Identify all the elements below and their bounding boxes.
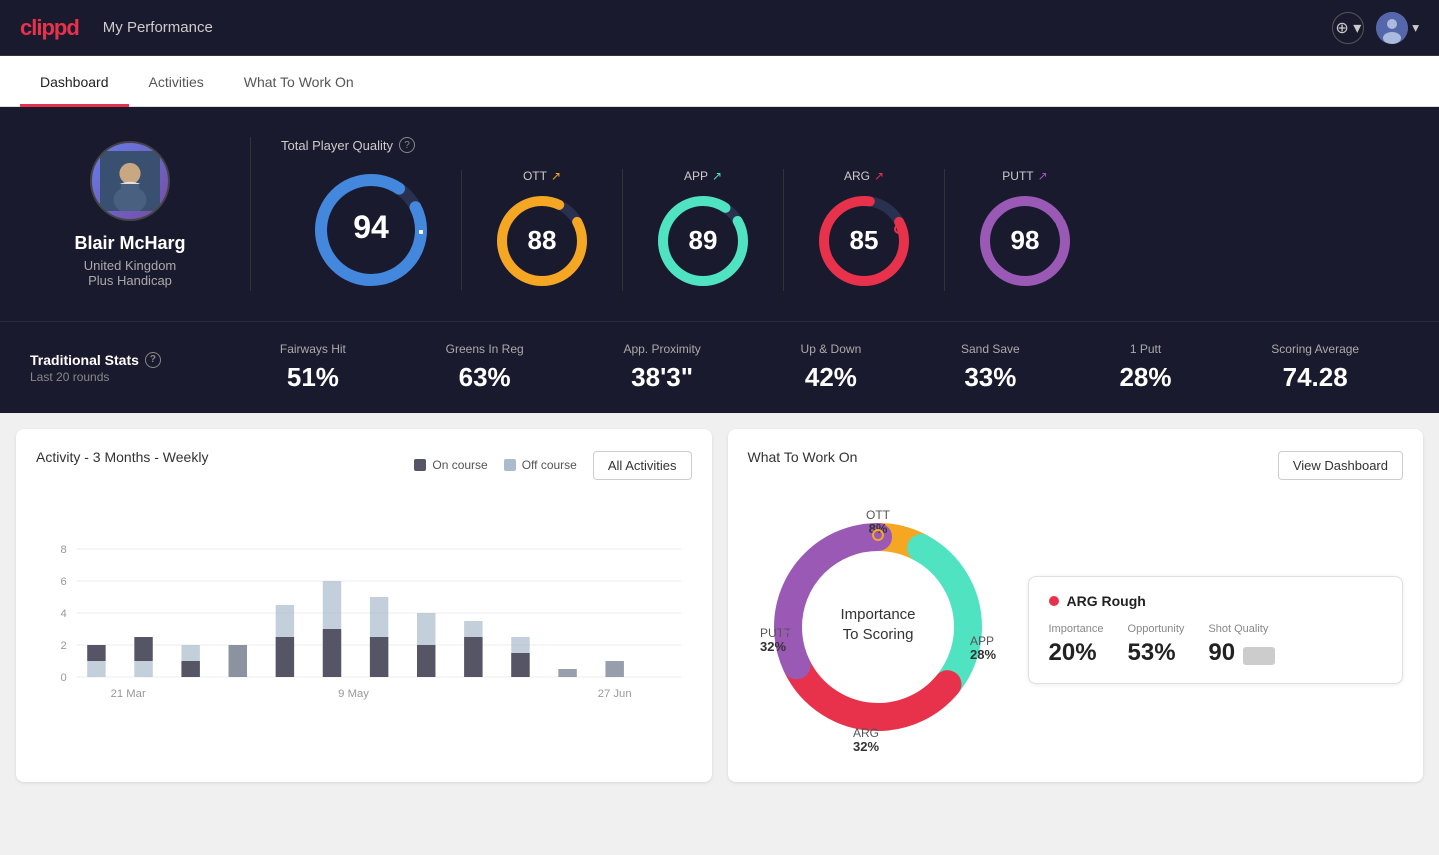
trad-stat-greens: Greens In Reg 63% [446,342,524,393]
svg-text:OTT: OTT [866,508,891,522]
svg-text:8%: 8% [868,521,887,536]
trad-stat-updown: Up & Down 42% [801,342,862,393]
header-actions: ⊕ ▾ ▾ [1332,12,1419,44]
metric-shot-quality: Shot Quality 90 [1208,623,1275,667]
svg-text:89: 89 [689,225,718,255]
gauge-app: APP ↗ 89 [623,169,784,291]
svg-text:9 May: 9 May [338,688,369,700]
svg-text:98: 98 [1011,225,1040,255]
svg-text:32%: 32% [852,739,878,754]
svg-text:27 Jun: 27 Jun [598,688,632,700]
svg-text:To Scoring: To Scoring [842,626,913,643]
svg-text:88: 88 [528,225,557,255]
trad-stat-sandsave: Sand Save 33% [961,342,1020,393]
all-activities-button[interactable]: All Activities [593,451,692,480]
metric-opportunity: Opportunity 53% [1128,623,1185,667]
tab-activities[interactable]: Activities [129,56,224,107]
hero-section: Blair McHarg United Kingdom Plus Handica… [0,107,1439,321]
trad-stats-grid: Fairways Hit 51% Greens In Reg 63% App. … [230,342,1409,393]
legend-dot-oncourse [414,459,426,471]
svg-text:4: 4 [60,608,66,620]
wtw-info-card: ARG Rough Importance 20% Opportunity 53%… [1028,576,1404,684]
chart-svg: 0 2 4 6 8 [36,497,692,717]
legend-offcourse: Off course [504,458,577,472]
gauge-main: 94 [281,170,462,290]
avatar [1376,12,1408,44]
quality-label: Total Player Quality ? [281,137,1409,153]
chart-legend: On course Off course [414,458,577,472]
svg-text:0: 0 [60,672,66,684]
add-button[interactable]: ⊕ ▾ [1332,12,1364,44]
legend-dot-offcourse [504,459,516,471]
svg-text:28%: 28% [970,647,996,662]
trad-sublabel: Last 20 rounds [30,370,230,384]
activity-chart-card: Activity - 3 Months - Weekly On course O… [16,429,712,782]
gauge-putt: PUTT ↗ 98 [945,169,1105,291]
donut-svg: Importance To Scoring OTT 8% APP 28% ARG… [748,497,1008,757]
info-card-title: ARG Rough [1049,593,1383,609]
putt-trend-icon: ↗ [1038,169,1048,183]
svg-text:ARG: ARG [852,726,878,740]
view-dashboard-button[interactable]: View Dashboard [1278,451,1403,480]
svg-text:32%: 32% [760,639,786,654]
tab-dashboard[interactable]: Dashboard [20,56,129,107]
app-trend-icon: ↗ [712,169,722,183]
tab-what-to-work-on[interactable]: What To Work On [224,56,374,107]
logo: clippd [20,15,79,41]
trad-stat-fairways: Fairways Hit 51% [280,342,346,393]
ott-trend-icon: ↗ [551,169,561,183]
svg-text:2: 2 [60,640,66,652]
player-handicap: Plus Handicap [88,273,172,288]
wtw-content: Importance To Scoring OTT 8% APP 28% ARG… [748,497,1404,762]
info-card-metrics: Importance 20% Opportunity 53% Shot Qual… [1049,623,1383,667]
svg-text:85: 85 [850,225,879,255]
trad-stat-1putt: 1 Putt 28% [1119,342,1171,393]
svg-text:APP: APP [970,634,994,648]
trad-stat-proximity: App. Proximity 38'3" [623,342,700,393]
user-menu-button[interactable]: ▾ [1376,12,1419,44]
svg-text:Importance: Importance [840,606,915,623]
header: clippd My Performance ⊕ ▾ ▾ [0,0,1439,56]
quality-help-icon[interactable]: ? [399,137,415,153]
chart-title: Activity - 3 Months - Weekly [36,449,208,465]
svg-text:94: 94 [353,209,389,245]
svg-text:21 Mar: 21 Mar [111,688,146,700]
trad-label: Traditional Stats ? [30,352,230,368]
player-info: Blair McHarg United Kingdom Plus Handica… [30,141,230,288]
player-country: United Kingdom [84,258,177,273]
red-dot-icon [1049,596,1059,606]
player-avatar [90,141,170,221]
trad-label-col: Traditional Stats ? Last 20 rounds [30,352,230,384]
wtw-title: What To Work On [748,449,858,465]
donut-chart-area: Importance To Scoring OTT 8% APP 28% ARG… [748,497,1008,762]
main-content: Activity - 3 Months - Weekly On course O… [0,413,1439,798]
svg-text:6: 6 [60,576,66,588]
header-title: My Performance [103,19,1333,36]
arg-trend-icon: ↗ [874,169,884,183]
tabs-bar: Dashboard Activities What To Work On [0,56,1439,107]
trad-help-icon[interactable]: ? [145,352,161,368]
gauge-arg: ARG ↗ 85 [784,169,945,291]
divider [250,137,251,291]
gauges: 94 OTT ↗ 88 APP ↗ [281,169,1409,291]
gauge-ott: OTT ↗ 88 [462,169,623,291]
player-name: Blair McHarg [74,233,185,254]
what-to-work-on-card: What To Work On View Dashboard [728,429,1424,782]
metric-importance: Importance 20% [1049,623,1104,667]
wtw-header: What To Work On View Dashboard [748,449,1404,481]
trad-stat-scoring: Scoring Average 74.28 [1271,342,1359,393]
svg-text:8: 8 [60,544,66,556]
svg-text:PUTT: PUTT [760,626,792,640]
chart-area: 0 2 4 6 8 [36,497,692,717]
quality-section: Total Player Quality ? 94 OTT ↗ [271,137,1409,291]
shot-quality-badge [1243,647,1275,665]
chart-header: Activity - 3 Months - Weekly On course O… [36,449,692,481]
legend-oncourse: On course [414,458,487,472]
user-menu-chevron: ▾ [1412,20,1419,36]
traditional-stats: Traditional Stats ? Last 20 rounds Fairw… [0,321,1439,413]
